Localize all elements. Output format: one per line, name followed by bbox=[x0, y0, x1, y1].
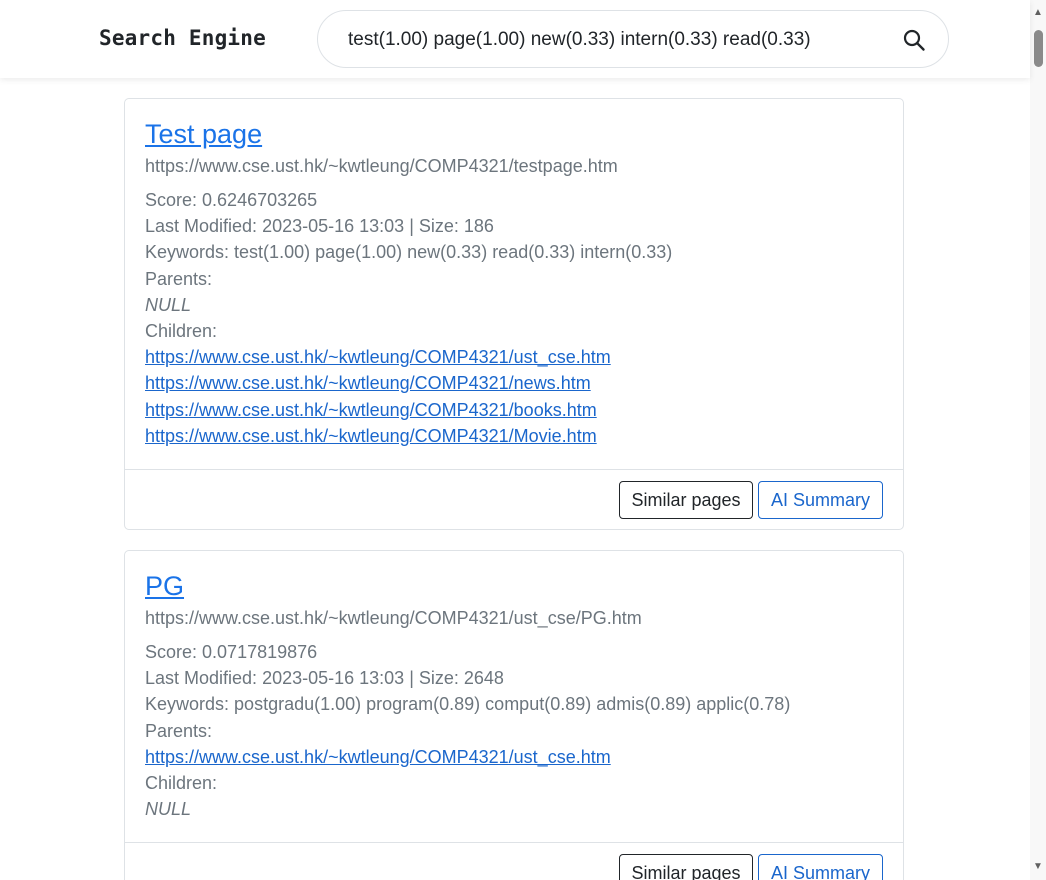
result-url: https://www.cse.ust.hk/~kwtleung/COMP432… bbox=[145, 156, 618, 176]
scroll-thumb[interactable] bbox=[1034, 30, 1043, 67]
keywords-value: test(1.00) page(1.00) new(0.33) read(0.3… bbox=[234, 242, 673, 263]
similar-pages-button[interactable]: Similar pages bbox=[619, 481, 753, 520]
scroll-down-arrow-icon[interactable]: ▼ bbox=[1033, 862, 1043, 872]
keywords-value: postgradu(1.00) program(0.89) comput(0.8… bbox=[234, 694, 791, 715]
result-card-footer: Similar pages AI Summary bbox=[125, 469, 903, 529]
size-label: | Size: bbox=[404, 668, 464, 689]
result-score: Score: 0.6246703265 bbox=[145, 187, 883, 213]
child-link[interactable]: https://www.cse.ust.hk/~kwtleung/COMP432… bbox=[145, 400, 597, 420]
result-meta: Last Modified: 2023-05-16 13:03 | Size: … bbox=[145, 665, 883, 691]
parent-link[interactable]: https://www.cse.ust.hk/~kwtleung/COMP432… bbox=[145, 747, 611, 767]
ai-summary-button[interactable]: AI Summary bbox=[758, 481, 883, 520]
parents-heading: Parents: bbox=[145, 720, 213, 741]
child-link-item: https://www.cse.ust.hk/~kwtleung/COMP432… bbox=[145, 344, 883, 370]
score-label: Score: bbox=[145, 190, 203, 210]
similar-pages-button[interactable]: Similar pages bbox=[619, 854, 753, 880]
vertical-scrollbar[interactable]: ▲ ▼ bbox=[1030, 0, 1046, 880]
score-label: Score: bbox=[145, 642, 203, 662]
result-title-link[interactable]: PG bbox=[145, 569, 883, 603]
modified-value: 2023-05-16 13:03 bbox=[262, 668, 405, 689]
result-card: Test page https://www.cse.ust.hk/~kwtleu… bbox=[124, 98, 904, 531]
search-bar bbox=[317, 10, 949, 68]
result-score: Score: 0.0717819876 bbox=[145, 639, 883, 665]
result-keywords: Keywords: postgradu(1.00) program(0.89) … bbox=[145, 691, 883, 717]
parents-heading: Parents: bbox=[145, 268, 213, 289]
modified-label: Last Modified: bbox=[145, 216, 263, 237]
size-value: 186 bbox=[463, 216, 494, 237]
modified-label: Last Modified: bbox=[145, 668, 263, 689]
parents-null: NULL bbox=[145, 294, 192, 315]
brand-title[interactable]: Search Engine bbox=[99, 26, 266, 50]
child-link[interactable]: https://www.cse.ust.hk/~kwtleung/COMP432… bbox=[145, 373, 591, 393]
modified-value: 2023-05-16 13:03 bbox=[262, 216, 405, 237]
child-link[interactable]: https://www.cse.ust.hk/~kwtleung/COMP432… bbox=[145, 426, 597, 446]
top-navbar: Search Engine bbox=[0, 0, 1030, 78]
result-title-link[interactable]: Test page bbox=[145, 117, 883, 151]
result-keywords: Keywords: test(1.00) page(1.00) new(0.33… bbox=[145, 239, 883, 265]
result-card-body: Test page https://www.cse.ust.hk/~kwtleu… bbox=[125, 99, 903, 449]
score-value: 0.6246703265 bbox=[202, 190, 318, 210]
scroll-up-arrow-icon[interactable]: ▲ bbox=[1033, 8, 1043, 18]
children-heading: Children: bbox=[145, 321, 218, 342]
search-button[interactable] bbox=[898, 25, 930, 55]
keywords-label: Keywords: bbox=[145, 694, 235, 715]
result-meta: Last Modified: 2023-05-16 13:03 | Size: … bbox=[145, 213, 883, 239]
results-list: Test page https://www.cse.ust.hk/~kwtleu… bbox=[0, 78, 1030, 880]
result-url: https://www.cse.ust.hk/~kwtleung/COMP432… bbox=[145, 608, 642, 628]
score-value: 0.0717819876 bbox=[202, 642, 318, 662]
parent-link-item: https://www.cse.ust.hk/~kwtleung/COMP432… bbox=[145, 744, 883, 770]
search-icon bbox=[903, 29, 925, 51]
size-label: | Size: bbox=[404, 216, 464, 237]
child-link-item: https://www.cse.ust.hk/~kwtleung/COMP432… bbox=[145, 370, 883, 396]
ai-summary-button[interactable]: AI Summary bbox=[758, 854, 883, 880]
result-card-body: PG https://www.cse.ust.hk/~kwtleung/COMP… bbox=[125, 551, 903, 822]
children-heading: Children: bbox=[145, 773, 218, 794]
result-card-footer: Similar pages AI Summary bbox=[125, 842, 903, 880]
children-null: NULL bbox=[145, 799, 192, 820]
child-link-item: https://www.cse.ust.hk/~kwtleung/COMP432… bbox=[145, 423, 883, 449]
result-card: PG https://www.cse.ust.hk/~kwtleung/COMP… bbox=[124, 550, 904, 880]
child-link-item: https://www.cse.ust.hk/~kwtleung/COMP432… bbox=[145, 397, 883, 423]
size-value: 2648 bbox=[463, 668, 504, 689]
child-link[interactable]: https://www.cse.ust.hk/~kwtleung/COMP432… bbox=[145, 347, 611, 367]
keywords-label: Keywords: bbox=[145, 242, 235, 263]
search-input[interactable] bbox=[348, 25, 878, 55]
